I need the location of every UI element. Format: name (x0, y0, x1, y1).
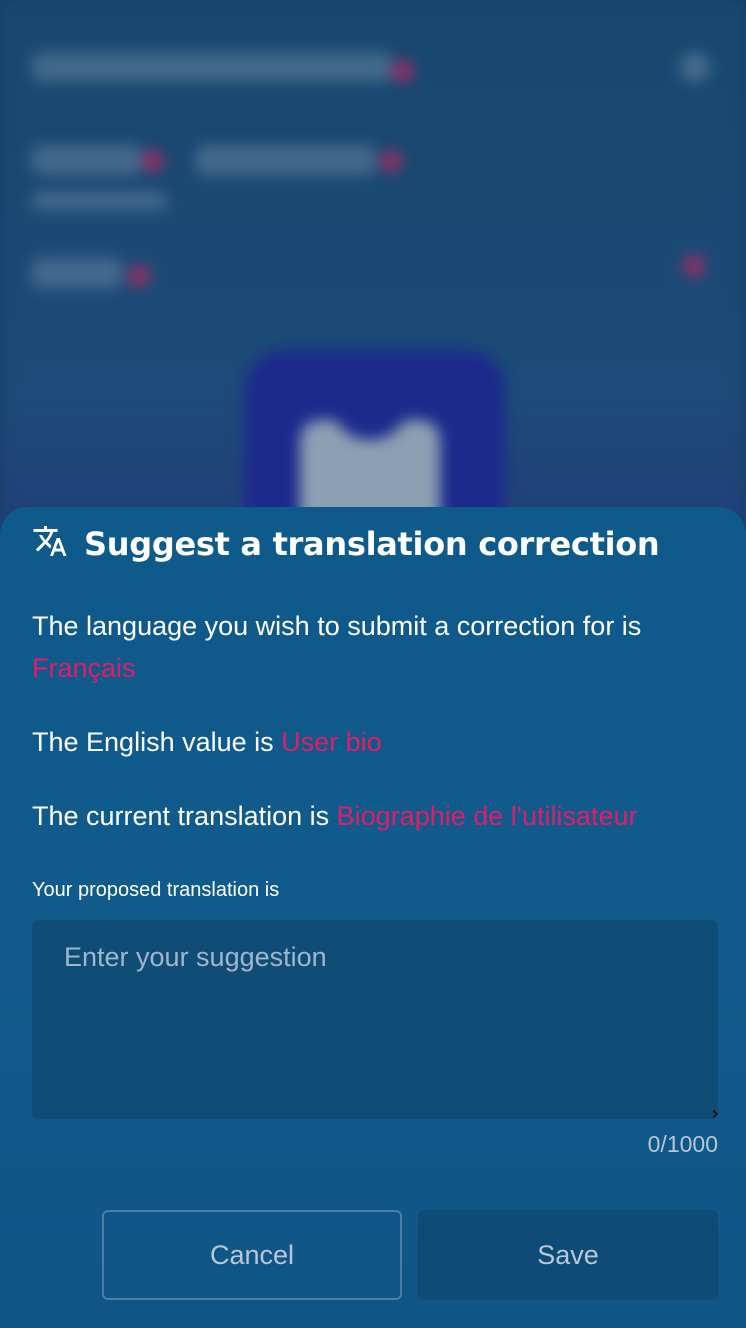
language-prefix: The language you wish to submit a correc… (32, 611, 642, 641)
language-line: The language you wish to submit a correc… (32, 605, 722, 689)
english-value: User bio (281, 727, 382, 757)
language-value: Français (32, 653, 136, 683)
english-value-line: The English value is User bio (32, 721, 722, 763)
blurred-field-row (32, 258, 122, 288)
blurred-close-icon (680, 52, 710, 82)
cancel-button[interactable]: Cancel (102, 1210, 402, 1300)
character-counter: 0/1000 (647, 1131, 718, 1157)
current-prefix: The current translation is (32, 801, 330, 831)
page: Suggest a translation correction The lan… (0, 0, 746, 1328)
dialog-title: Suggest a translation correction (84, 525, 660, 563)
current-value: Biographie de l'utilisateur (336, 801, 638, 831)
translation-bottom-sheet: Suggest a translation correction The lan… (0, 507, 746, 1328)
english-prefix: The English value is (32, 727, 274, 757)
save-button[interactable]: Save (418, 1210, 718, 1300)
blurred-field-row (32, 192, 167, 210)
suggestion-input[interactable] (32, 920, 718, 1119)
current-translation-line: The current translation is Biographie de… (32, 795, 722, 837)
translate-icon (33, 526, 67, 556)
proposed-translation-label: Your proposed translation is (32, 879, 280, 901)
blurred-required-dot (142, 150, 164, 172)
blurred-required-dot (392, 60, 414, 82)
blurred-required-dot (128, 265, 150, 287)
blurred-field-row (32, 145, 142, 175)
dialog-header: Suggest a translation correction (32, 525, 660, 563)
blurred-required-dot (683, 255, 705, 277)
blurred-required-dot (380, 150, 402, 172)
blurred-title-row (32, 52, 392, 82)
blurred-field-row (196, 145, 376, 175)
